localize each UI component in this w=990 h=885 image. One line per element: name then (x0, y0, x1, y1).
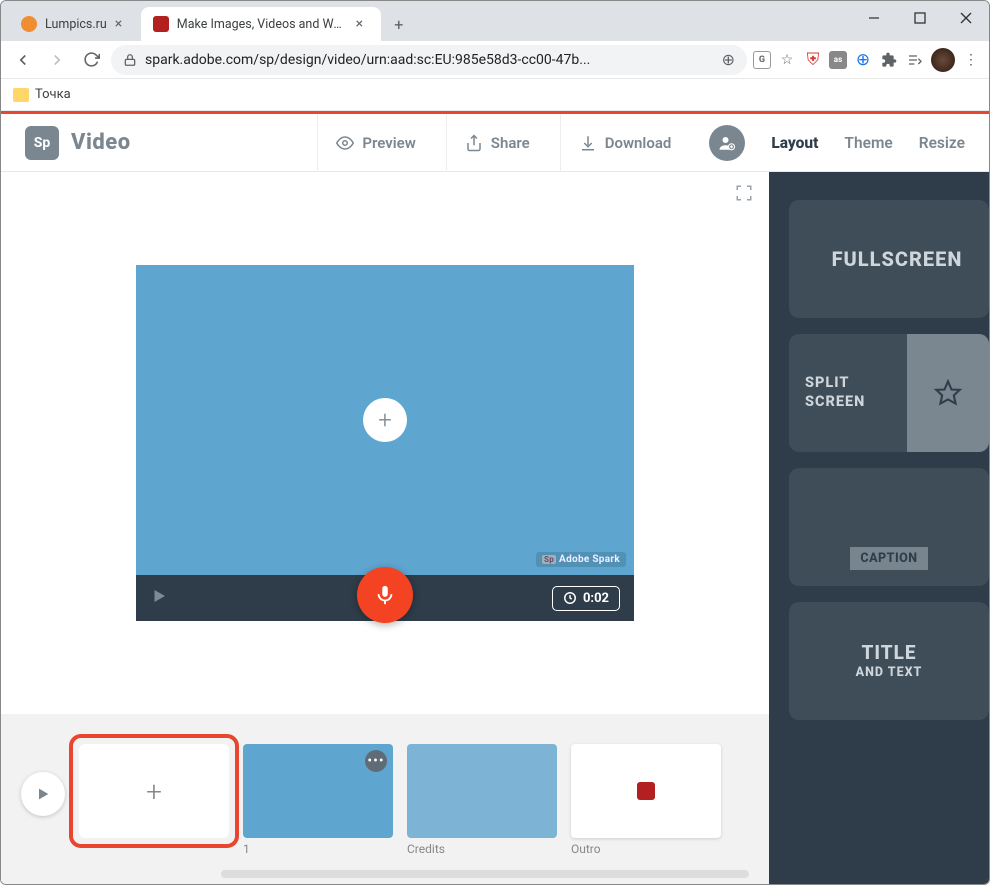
reload-button[interactable] (77, 46, 105, 74)
timeline-slide[interactable]: Credits (407, 744, 557, 856)
share-icon (465, 134, 483, 152)
layout-title-text[interactable]: TITLE AND TEXT (789, 602, 989, 720)
bookmark-item[interactable]: Точка (35, 87, 71, 102)
back-button[interactable] (9, 46, 37, 74)
canvas-area: + SpAdobe Spark 0: (1, 172, 769, 884)
forward-button[interactable] (43, 46, 71, 74)
browser-toolbar: spark.adobe.com/sp/design/video/urn:aad:… (1, 41, 989, 79)
extension-icon[interactable]: as (829, 51, 847, 69)
play-all-button[interactable] (21, 772, 65, 816)
slide-label: Outro (571, 842, 721, 856)
extensions-button[interactable] (879, 50, 899, 70)
favicon (21, 16, 37, 32)
microphone-icon (374, 584, 396, 606)
bookmarks-bar: Точка (1, 79, 989, 111)
layout-sidebar: FULLSCREEN SPLITSCREEN CAPTION TITLE AND… (769, 172, 989, 884)
titlebar: Lumpics.ru × Make Images, Videos and Web… (1, 1, 989, 41)
close-icon[interactable]: × (115, 16, 129, 32)
app-title: Video (71, 130, 131, 155)
stage: + SpAdobe Spark 0: (136, 265, 634, 621)
layout-split-screen[interactable]: SPLITSCREEN (789, 334, 989, 452)
window-close-button[interactable] (943, 1, 989, 35)
download-icon (579, 134, 597, 152)
nav-theme[interactable]: Theme (844, 134, 892, 152)
star-icon[interactable]: ☆ (777, 50, 797, 70)
maximize-button[interactable] (897, 1, 943, 35)
browser-tab[interactable]: Make Images, Videos and Web S × (141, 7, 381, 41)
extensions-area: G ☆ ⛨ as ⊕ ⋮ (753, 48, 981, 72)
star-icon (934, 379, 962, 407)
slide-label: 1 (243, 842, 393, 856)
add-slide-button[interactable]: + (79, 744, 229, 838)
person-add-icon (718, 134, 736, 152)
caption-tag: CAPTION (850, 547, 927, 570)
url-text: spark.adobe.com/sp/design/video/urn:aad:… (145, 52, 714, 68)
play-button[interactable] (150, 587, 168, 609)
profile-avatar[interactable] (931, 48, 955, 72)
nav-resize[interactable]: Resize (919, 134, 965, 152)
tab-title: Make Images, Videos and Web S (177, 17, 348, 32)
close-icon[interactable]: × (356, 16, 369, 32)
watermark: SpAdobe Spark (536, 552, 626, 567)
layout-caption[interactable]: CAPTION (789, 468, 989, 586)
browser-window: Lumpics.ru × Make Images, Videos and Web… (0, 0, 990, 885)
app-header: Sp Video Preview Share Download Layout T… (1, 114, 989, 172)
spark-app: Sp Video Preview Share Download Layout T… (1, 114, 989, 884)
timeline-slide[interactable]: ••• 1 (243, 744, 393, 856)
minimize-button[interactable] (851, 1, 897, 35)
new-tab-button[interactable]: + (385, 10, 413, 38)
timeline-scrollbar[interactable] (221, 870, 749, 878)
translate-icon[interactable]: G (753, 51, 771, 69)
right-nav: Layout Theme Resize (771, 134, 965, 152)
nav-layout[interactable]: Layout (771, 134, 818, 152)
invite-button[interactable] (709, 125, 745, 161)
timeline-slide[interactable]: Outro (571, 744, 721, 856)
add-content-button[interactable]: + (363, 398, 407, 442)
menu-button[interactable]: ⋮ (961, 50, 981, 70)
record-button[interactable] (357, 567, 413, 623)
player-bar: 0:02 (136, 575, 634, 621)
slide-menu-button[interactable]: ••• (365, 750, 387, 772)
download-button[interactable]: Download (560, 114, 690, 172)
extension-icon[interactable]: ⊕ (853, 50, 873, 70)
eye-icon (336, 134, 354, 152)
layout-fullscreen[interactable]: FULLSCREEN (789, 200, 989, 318)
share-button[interactable]: Share (446, 114, 548, 172)
reading-list-icon[interactable] (905, 50, 925, 70)
install-icon[interactable]: ⊕ (722, 50, 735, 69)
app-logo[interactable]: Sp (25, 126, 59, 160)
tab-title: Lumpics.ru (45, 17, 107, 32)
current-slide[interactable]: + SpAdobe Spark (136, 265, 634, 575)
folder-icon (13, 88, 29, 102)
address-bar[interactable]: spark.adobe.com/sp/design/video/urn:aad:… (111, 45, 747, 75)
timeline: + ••• 1 Credits (1, 714, 769, 884)
preview-button[interactable]: Preview (317, 114, 433, 172)
browser-tab[interactable]: Lumpics.ru × (9, 7, 141, 41)
extension-icon[interactable]: ⛨ (803, 50, 823, 70)
slide-label: Credits (407, 842, 557, 856)
clock-icon (563, 591, 577, 605)
layout-preview (907, 334, 989, 452)
expand-icon[interactable] (735, 184, 753, 206)
duration-chip[interactable]: 0:02 (552, 586, 620, 611)
favicon (153, 16, 169, 32)
lock-icon (123, 53, 137, 67)
